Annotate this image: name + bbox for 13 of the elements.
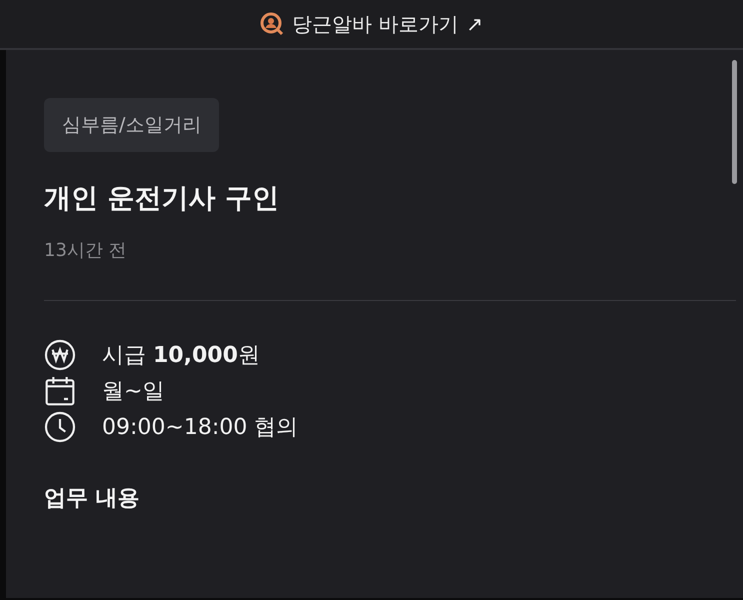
post-title: 개인 운전기사 구인 xyxy=(44,182,279,216)
calendar-icon xyxy=(44,375,76,407)
category-tag: 심부름/소일거리 xyxy=(44,98,220,152)
person-search-icon xyxy=(260,12,284,36)
detail-text: 시급 10,000원 xyxy=(102,342,260,370)
detail-text: 월~일 xyxy=(102,378,164,406)
scrollbar[interactable] xyxy=(732,60,737,184)
clock-icon xyxy=(44,411,76,443)
posted-time: 13시간 전 xyxy=(44,239,127,262)
won-icon xyxy=(44,339,76,371)
section-heading: 업무 내용 xyxy=(44,485,140,513)
job-link[interactable]: 당근알바 바로가기 ↗ xyxy=(260,10,484,38)
detail-text: 09:00~18:00 협의 xyxy=(102,414,298,442)
